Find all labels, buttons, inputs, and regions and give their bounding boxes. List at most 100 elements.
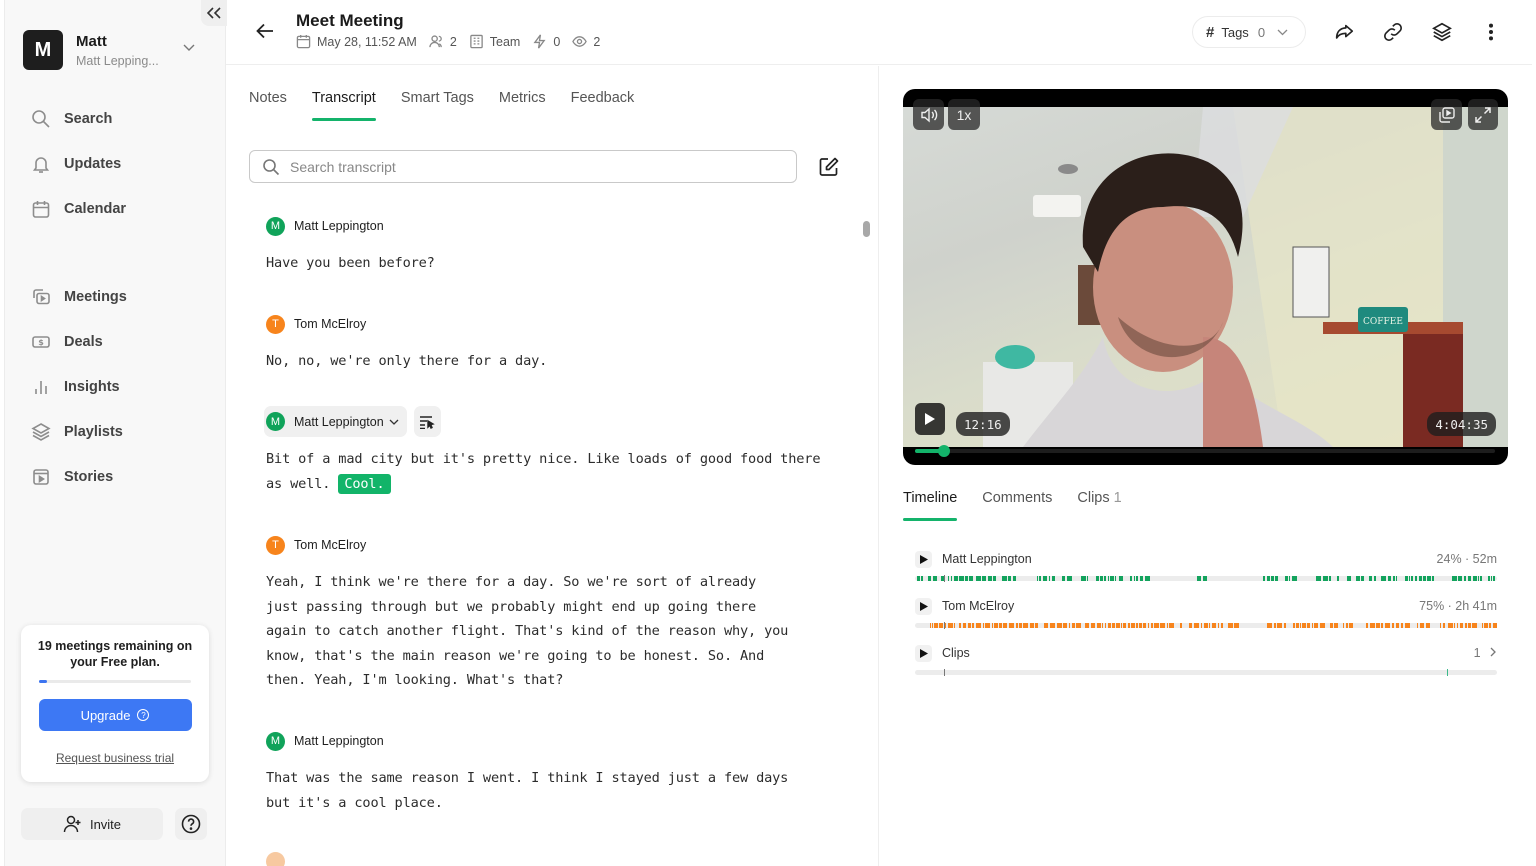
edit-transcript-button[interactable] [818,156,840,178]
tab-clips[interactable]: Clips 1 [1077,490,1121,522]
speech-segment [1194,623,1199,628]
segment-text[interactable]: That was the same reason I went. I think… [266,766,791,815]
sidebar-item-stories[interactable]: Stories [31,454,221,499]
speech-segment [1128,623,1130,628]
speech-segment [1019,623,1022,628]
views-count[interactable]: 2 [572,34,600,49]
sidebar-item-calendar[interactable]: Calendar [31,186,221,231]
invite-label: Invite [89,816,122,832]
chevron-right-icon [1490,647,1496,657]
speech-segment [959,576,964,581]
play-speaker-button[interactable] [915,550,932,568]
workspace[interactable]: Team [469,34,520,49]
meeting-date-text: May 28, 11:52 AM [317,34,417,49]
speech-segment [948,623,953,628]
tab-notes[interactable]: Notes [249,90,287,122]
eye-icon [572,36,588,47]
tab-timeline[interactable]: Timeline [903,490,958,522]
chevron-down-icon [183,44,195,51]
media-tabs: Timeline Comments Clips 1 [903,490,1147,522]
user-switcher[interactable]: M Matt Matt Lepping... [23,30,195,70]
speech-segment [1097,623,1101,628]
speech-segment [1035,623,1038,628]
speech-segment [1316,576,1321,581]
speech-segment [1443,623,1445,628]
speech-segment [1087,576,1088,581]
speech-segment [1347,576,1351,581]
speaker-label[interactable]: M Matt Leppington [266,731,826,751]
share-button[interactable] [1332,20,1356,44]
speech-segment [1478,576,1479,581]
speech-segment [963,623,966,628]
speech-segment [1337,576,1339,581]
speaker-label[interactable]: M Matt Leppington [266,216,826,236]
play-clips-button[interactable] [915,644,932,662]
add-to-playlist-button[interactable] [1430,20,1454,44]
playback-speed-button[interactable]: 1x [948,99,980,130]
playhead-marker [944,669,945,676]
tab-feedback[interactable]: Feedback [571,90,635,122]
play-speaker-button[interactable] [915,597,932,615]
timeline-track-clips: Clips 1 [915,643,1497,676]
speaker-activity-lane[interactable] [915,622,1497,629]
sidebar-item-search[interactable]: Search [31,96,221,141]
speech-segment [1366,623,1368,628]
segment-text[interactable]: Bit of a mad city but it's pretty nice. … [264,447,824,496]
speech-segment [1296,623,1299,628]
segment-text[interactable]: Have you been before? [266,251,826,276]
picture-in-picture-button[interactable] [1431,99,1462,130]
collapse-sidebar-button[interactable] [201,0,227,26]
actions-count[interactable]: 0 [532,34,560,49]
expand-icon [1475,106,1491,123]
help-button[interactable] [175,808,207,840]
text-select-icon [420,415,435,429]
sidebar-item-updates[interactable]: Updates [31,141,221,186]
more-options-button[interactable] [1479,20,1503,44]
request-business-trial-link[interactable]: Request business trial [21,751,209,765]
sidebar-item-deals[interactable]: $ Deals [31,319,221,364]
speaker-activity-lane[interactable] [915,575,1497,582]
tab-comments[interactable]: Comments [982,490,1052,522]
invite-button[interactable]: Invite [21,808,163,840]
speech-segment [1392,623,1394,628]
back-button[interactable] [256,22,274,45]
speaker-select-dropdown[interactable]: M Matt Leppington [264,406,407,437]
video-player[interactable]: COFFEE 1x 12:16 4:04:35 [903,89,1508,465]
speaker-name: Matt Leppington [294,734,384,748]
tab-transcript[interactable]: Transcript [311,90,376,122]
video-progress-handle[interactable] [938,445,950,457]
highlighted-word[interactable]: Cool. [338,473,391,494]
segment-text[interactable]: No, no, we're only there for a day. [266,349,826,374]
segment-text[interactable]: Yeah, I think we're there for a day. So … [266,570,791,693]
upgrade-button[interactable]: Upgrade ? [38,699,192,731]
speaker-label[interactable]: T Tom McElroy [266,314,826,334]
speech-segment [1393,576,1395,581]
search-transcript-input[interactable]: Search transcript [249,150,797,183]
share-icon [1335,24,1354,39]
speech-segment [1008,576,1011,581]
sidebar-item-playlists[interactable]: Playlists [31,409,221,454]
tags-dropdown[interactable]: # Tags 0 [1192,16,1306,48]
play-button[interactable] [915,403,945,435]
sidebar-item-meetings[interactable]: Meetings [31,274,221,319]
speech-segment [1263,576,1265,581]
track-name: Clips [942,646,970,660]
tab-smart-tags[interactable]: Smart Tags [401,90,474,122]
sidebar-item-insights[interactable]: Insights [31,364,221,409]
fullscreen-button[interactable] [1468,99,1498,130]
volume-button[interactable] [913,99,944,130]
speech-segment [959,623,961,628]
speaker-label[interactable]: T Tom McElroy [266,535,826,555]
speech-segment [1043,576,1047,581]
clips-lane[interactable] [915,669,1497,676]
transcript-scrollbar[interactable] [863,221,870,237]
video-progress-bar[interactable] [915,445,1495,457]
participants-count[interactable]: 2 [429,34,457,49]
copy-link-button[interactable] [1381,20,1405,44]
clips-count[interactable]: 1 [1474,646,1497,660]
clips-count-text: 1 [1473,646,1481,660]
search-icon [263,158,280,175]
tab-metrics[interactable]: Metrics [499,90,546,122]
speech-segment [1271,576,1274,581]
select-text-button[interactable] [413,406,441,437]
